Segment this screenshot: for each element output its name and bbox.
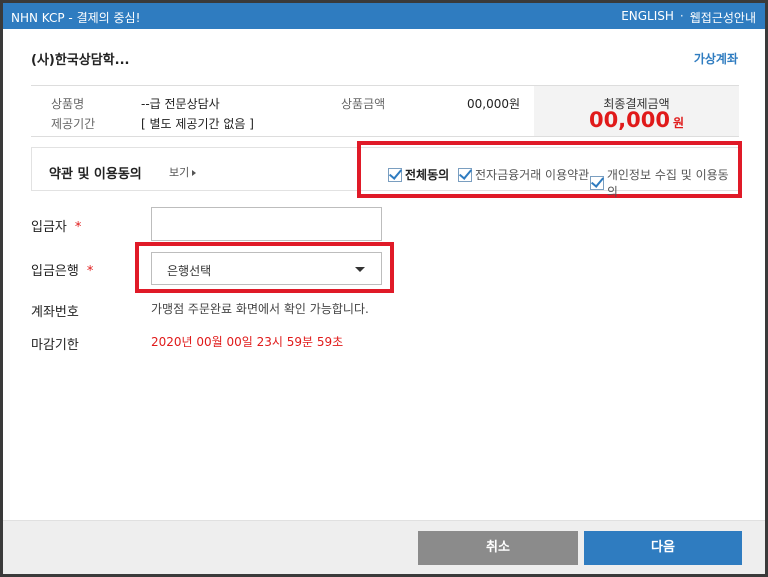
agree-all-checkbox[interactable]: 전체동의 — [388, 166, 449, 183]
terms-view-label: 보기 — [169, 166, 190, 179]
price-label: 상품금액 — [341, 97, 386, 111]
agree-efin-label: 전자금융거래 이용약관 — [475, 168, 590, 182]
total-value: 00,000 — [588, 108, 670, 132]
title-bar: NHN KCP - 결제의 중심! ENGLISH · 웹접근성안내 — [3, 3, 765, 29]
agree-privacy-checkbox[interactable]: 개인정보 수집 및 이용동의 — [590, 166, 738, 200]
account-info: 가맹점 주문완료 화면에서 확인 가능합니다. — [151, 302, 369, 316]
depositor-label: 입금자 * — [31, 216, 81, 235]
price-value: 00,000원 — [467, 97, 521, 111]
period-label: 제공기간 — [51, 117, 96, 131]
product-value: --급 전문상담사 — [141, 97, 220, 111]
next-button[interactable]: 다음 — [584, 531, 742, 565]
total-amount-box: 최종결제금액 00,000 원 — [534, 86, 739, 136]
bank-select-value: 은행선택 — [167, 264, 212, 278]
arrow-right-icon — [192, 170, 197, 176]
terms-view-link[interactable]: 보기 — [169, 164, 197, 180]
caret-down-icon — [355, 267, 365, 272]
total-amount: 00,000 원 — [534, 108, 739, 132]
product-label: 상품명 — [51, 97, 85, 111]
payment-type: 가상계좌 — [693, 52, 738, 66]
depositor-label-text: 입금자 — [31, 220, 67, 235]
terms-title: 약관 및 이용동의 — [49, 167, 142, 182]
checkbox-checked-icon — [458, 167, 472, 182]
title-links: ENGLISH · 웹접근성안내 — [621, 9, 756, 26]
english-link[interactable]: ENGLISH — [621, 9, 674, 26]
bank-label-text: 입금은행 — [31, 264, 79, 279]
depositor-input[interactable] — [151, 207, 382, 241]
checkbox-checked-icon — [388, 167, 402, 182]
accessibility-link[interactable]: 웹접근성안내 — [690, 9, 756, 26]
period-value: [ 별도 제공기간 없음 ] — [141, 117, 254, 131]
deadline-label: 마감기한 — [31, 338, 79, 353]
window-title: NHN KCP - 결제의 중심! — [11, 11, 141, 25]
required-mark: * — [86, 264, 94, 279]
total-unit: 원 — [673, 116, 685, 130]
bank-label: 입금은행 * — [31, 260, 93, 279]
bank-highlight: 은행선택 — [135, 242, 394, 293]
account-label: 계좌번호 — [31, 305, 79, 320]
required-mark: * — [74, 220, 82, 235]
deadline-value: 2020년 00월 00일 23시 59분 59초 — [151, 335, 344, 349]
agree-privacy-label: 개인정보 수집 및 이용동의 — [606, 168, 729, 199]
title-separator: · — [679, 9, 684, 23]
payment-window: NHN KCP - 결제의 중심! ENGLISH · 웹접근성안내 (사)한국… — [0, 0, 768, 577]
agree-efin-checkbox[interactable]: 전자금융거래 이용약관 — [458, 166, 589, 183]
agreement-highlight: 전체동의 전자금융거래 이용약관 개인정보 수집 및 이용동의 — [357, 141, 742, 200]
order-summary: 상품명 --급 전문상담사 제공기간 [ 별도 제공기간 없음 ] 상품금액 0… — [31, 85, 739, 137]
merchant-name: (사)한국상담학... — [31, 53, 130, 68]
cancel-button[interactable]: 취소 — [418, 531, 578, 565]
agree-all-label: 전체동의 — [405, 168, 450, 182]
footer-bar: 취소 다음 — [3, 520, 765, 574]
checkbox-checked-icon — [590, 176, 604, 190]
bank-select[interactable]: 은행선택 — [151, 252, 382, 285]
